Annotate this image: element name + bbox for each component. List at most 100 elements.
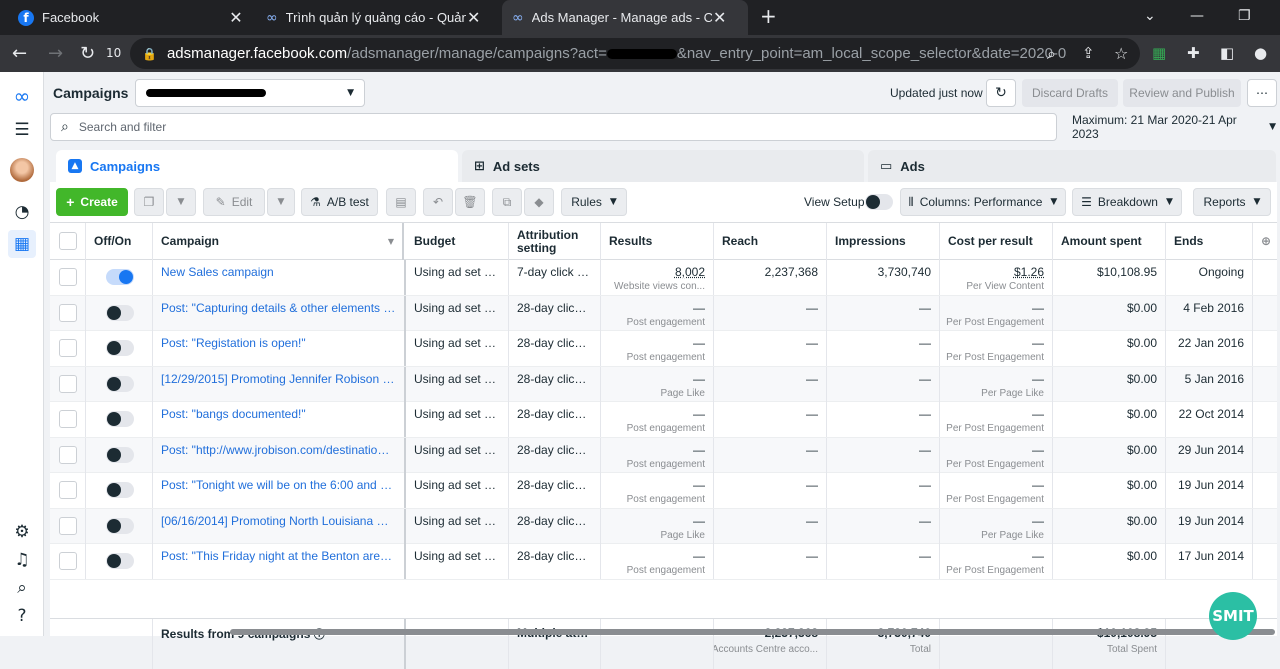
extensions-icon[interactable]: ✚ xyxy=(1187,35,1200,72)
campaign-toggle[interactable] xyxy=(106,304,134,321)
caret-down-icon[interactable]: ▼ xyxy=(267,188,295,216)
row-checkbox[interactable] xyxy=(59,374,77,393)
table-row[interactable]: [06/16/2014] Promoting North Louisiana w… xyxy=(50,508,1277,544)
minimize-icon[interactable]: — xyxy=(1190,0,1204,35)
campaign-toggle[interactable] xyxy=(106,482,134,498)
horizontal-scrollbar[interactable] xyxy=(230,629,1275,635)
preview-icon[interactable]: ⧉ xyxy=(492,188,522,216)
campaign-name-link[interactable]: Post: "Tonight we will be on the 6:00 an… xyxy=(161,478,396,492)
table-row[interactable]: New Sales campaign Using ad set bu... 7-da… xyxy=(50,260,1277,296)
campaign-toggle[interactable] xyxy=(106,340,134,356)
tab-campaigns[interactable]: ▲ Campaigns xyxy=(56,150,458,182)
view-setup-toggle[interactable] xyxy=(865,194,893,210)
reports-button[interactable]: Reports ▼ xyxy=(1193,188,1271,216)
edit-button[interactable]: ✎ Edit xyxy=(203,188,265,216)
table-row[interactable]: Post: "Tonight we will be on the 6:00 an… xyxy=(50,473,1277,509)
trash-icon[interactable]: 🗑 xyxy=(455,188,485,216)
campaign-toggle[interactable] xyxy=(106,517,134,534)
add-column-icon[interactable]: ⊕ xyxy=(1253,223,1277,260)
refresh-button[interactable]: ↻ xyxy=(986,79,1016,107)
table-row[interactable]: Post: "This Friday night at the Benton a… xyxy=(50,544,1277,580)
avatar[interactable] xyxy=(10,158,34,182)
sidepanel-icon[interactable]: ◧ xyxy=(1220,35,1234,72)
campaign-name-link[interactable]: Post: "http://www.jrobison.com/destinati… xyxy=(161,443,396,457)
more-icon[interactable]: ⋯ xyxy=(1247,79,1277,107)
account-selector[interactable]: ▼ xyxy=(135,79,365,107)
menu-icon[interactable]: ☰ xyxy=(8,116,36,144)
browser-tab-ads-manager-vn[interactable]: ∞ Trình quản lý quảng cáo - Quản lý ✕ xyxy=(256,0,500,35)
table-row[interactable]: Post: "bangs documented!" Using ad set bu… xyxy=(50,402,1277,438)
row-checkbox[interactable] xyxy=(59,303,77,322)
row-checkbox[interactable] xyxy=(59,445,77,464)
col-header[interactable]: Campaign ▼ xyxy=(153,223,404,260)
campaign-name-link[interactable]: New Sales campaign xyxy=(161,265,396,279)
row-checkbox[interactable] xyxy=(59,339,77,357)
url-field[interactable]: 🔒 adsmanager.facebook.com /adsmanager/ma… xyxy=(130,38,1140,69)
campaign-name-link[interactable]: [12/29/2015] Promoting Jennifer Robison … xyxy=(161,372,396,386)
table-row[interactable]: [12/29/2015] Promoting Jennifer Robison … xyxy=(50,366,1277,402)
rules-button[interactable]: Rules ▼ xyxy=(561,188,627,216)
breakdown-button[interactable]: ☰ Breakdown ▼ xyxy=(1072,188,1182,216)
campaign-toggle[interactable] xyxy=(106,446,134,463)
sheets-extension-icon[interactable]: ▦ xyxy=(1152,35,1166,72)
search-icon[interactable]: ⌕ xyxy=(8,574,36,602)
row-checkbox[interactable] xyxy=(59,481,77,499)
reload-icon[interactable]: ↻ xyxy=(80,35,95,72)
col-header[interactable]: Off/On xyxy=(86,223,153,260)
zoom-icon[interactable]: ⌕ xyxy=(1047,35,1056,72)
clipboard-icon[interactable]: ▤ xyxy=(386,188,416,216)
chevron-down-icon[interactable]: ⌄ xyxy=(1144,0,1156,35)
row-checkbox[interactable] xyxy=(59,268,77,286)
row-checkbox[interactable] xyxy=(59,410,77,428)
select-all-checkbox[interactable] xyxy=(59,232,77,250)
campaign-name-link[interactable]: Post: "This Friday night at the Benton a… xyxy=(161,549,396,563)
col-header[interactable]: Cost per result xyxy=(940,223,1053,260)
table-row[interactable]: Post: "http://www.jrobison.com/destinati… xyxy=(50,437,1277,473)
smit-badge[interactable]: SMIT xyxy=(1209,592,1257,640)
search-input[interactable]: Search and filter xyxy=(79,120,166,134)
restore-icon[interactable]: ❐ xyxy=(1238,0,1251,35)
campaign-name-link[interactable]: Post: "Registation is open!" xyxy=(161,336,396,350)
campaign-toggle[interactable] xyxy=(106,411,134,427)
close-icon[interactable]: ✕ xyxy=(228,8,244,27)
browser-tab-ads-manager[interactable]: ∞ Ads Manager - Manage ads - Campaigns ✕ xyxy=(502,0,748,35)
close-icon[interactable]: ✕ xyxy=(466,8,482,27)
tab-ads[interactable]: ▭ Ads xyxy=(868,150,1276,182)
profile-icon[interactable]: ● xyxy=(1254,35,1267,72)
date-range-picker[interactable]: Maximum: 21 Mar 2020-21 Apr 2023 ▼ xyxy=(1062,113,1276,141)
help-icon[interactable]: ? xyxy=(8,602,36,630)
share-icon[interactable]: ⇪ xyxy=(1082,35,1095,72)
row-checkbox[interactable] xyxy=(59,516,77,535)
table-row[interactable]: Post: "Registation is open!" Using ad set… xyxy=(50,331,1277,367)
duplicate-icon[interactable]: ❐ xyxy=(134,188,164,216)
ab-test-button[interactable]: ⚗ A/B test xyxy=(301,188,378,216)
col-header[interactable]: Attribution setting xyxy=(509,223,601,260)
new-tab-icon[interactable]: + xyxy=(760,0,777,35)
back-icon[interactable]: ← xyxy=(12,35,27,72)
col-header[interactable]: Reach xyxy=(714,223,827,260)
col-header[interactable]: Impressions xyxy=(827,223,940,260)
review-publish-button[interactable]: Review and Publish xyxy=(1123,79,1241,107)
tag-icon[interactable]: ◆ xyxy=(524,188,554,216)
browser-tab-facebook[interactable]: f Facebook ✕ xyxy=(8,0,254,35)
col-header[interactable]: Budget xyxy=(406,223,509,260)
meta-logo-icon[interactable]: ∞ xyxy=(8,82,36,110)
columns-button[interactable]: ⫴ Columns: Performance ▼ xyxy=(900,188,1066,216)
campaign-name-link[interactable]: Post: "Capturing details & other element… xyxy=(161,301,396,315)
col-header[interactable]: Amount spent xyxy=(1053,223,1166,260)
col-header[interactable]: Ends xyxy=(1166,223,1253,260)
campaign-name-link[interactable]: [06/16/2014] Promoting North Louisiana w… xyxy=(161,514,396,528)
forward-icon[interactable]: → xyxy=(48,35,63,72)
table-icon[interactable]: ▦ xyxy=(8,230,36,258)
dashboard-icon[interactable]: ◔ xyxy=(8,198,36,226)
create-button[interactable]: + Create xyxy=(56,188,128,216)
sort-icon[interactable]: ▼ xyxy=(388,235,394,248)
close-icon[interactable]: ✕ xyxy=(712,8,728,27)
gear-icon[interactable]: ⚙ xyxy=(8,518,36,546)
campaign-toggle[interactable] xyxy=(106,375,134,392)
table-row[interactable]: Post: "Capturing details & other element… xyxy=(50,295,1277,331)
undo-icon[interactable]: ↶ xyxy=(423,188,453,216)
discard-drafts-button[interactable]: Discard Drafts xyxy=(1022,79,1118,107)
star-icon[interactable]: ☆ xyxy=(1114,35,1128,72)
col-header[interactable]: Results xyxy=(601,223,714,260)
